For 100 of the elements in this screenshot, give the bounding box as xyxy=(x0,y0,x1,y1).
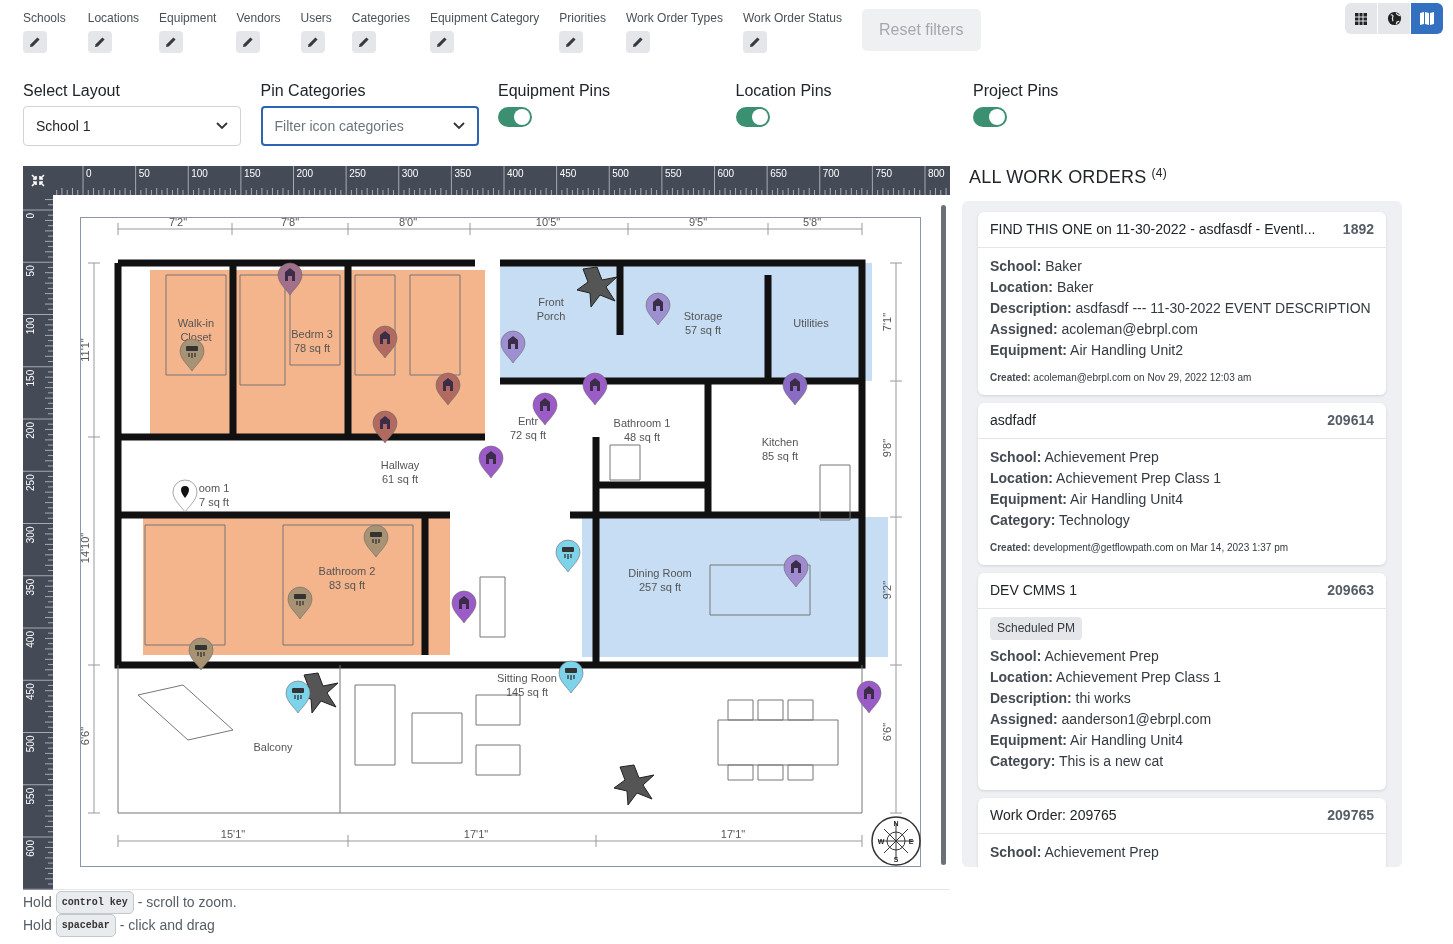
dimension-label: 9'2" xyxy=(881,580,893,600)
air-unit-icon xyxy=(370,532,382,545)
type-tag: Scheduled PM xyxy=(990,617,1083,640)
panel-title: ALL WORK ORDERS $^{(4)}$ xyxy=(969,165,1168,189)
building-icon xyxy=(864,686,874,699)
edit-filter-button[interactable] xyxy=(559,31,584,53)
room-area: 57 sq ft xyxy=(684,324,722,336)
pencil-icon xyxy=(748,36,761,48)
toggle-switch[interactable] xyxy=(735,107,770,127)
building-icon xyxy=(790,378,800,391)
dimension-label: 7'2" xyxy=(168,217,188,228)
detail-line: School: Achievement Prep xyxy=(990,843,1160,862)
ruler-label: 300 xyxy=(401,168,419,179)
work-order-title: Work Order: 209765 xyxy=(990,806,1117,825)
room-name: Hallway xyxy=(380,459,420,471)
edit-filter-button[interactable] xyxy=(300,31,325,53)
view-toggle-button[interactable] xyxy=(1378,3,1410,34)
work-order-card[interactable]: Work Order: 209765 209765 School: Achievement Prep xyxy=(978,798,1386,867)
room-name: Bedrm 3 xyxy=(291,328,333,340)
ruler-label: 0 xyxy=(25,213,36,219)
detail-line: Description: thi works xyxy=(990,689,1132,708)
work-order-card[interactable]: asdfadf 209614 School: Achievement Prep Location: Achievement Prep Class 1 Equipment: Air Handling Unit4 Category: Technology Created: development@getflowpath.com on Mar 14, 2023 1:37 pm xyxy=(978,403,1386,565)
ruler-label: 300 xyxy=(25,526,36,544)
work-order-card[interactable] xyxy=(978,212,1386,395)
map-pin[interactable] xyxy=(172,479,198,513)
detail-line: Location: Achievement Prep Class 1 xyxy=(990,469,1223,488)
scrollbar-thumb[interactable] xyxy=(941,205,946,865)
room-name: Sitting Roon xyxy=(497,672,557,684)
building-icon xyxy=(486,451,496,464)
detail-line: Description: asdfasdf --- 11-30-2022 EVENT DESCRIPTION xyxy=(990,299,1372,318)
chevron-down-icon xyxy=(452,122,465,130)
dimension-label: 17'1" xyxy=(720,828,746,840)
detail-line: Equipment: Air Handling Unit4 xyxy=(990,731,1184,750)
pencil-icon xyxy=(306,36,319,48)
fit-to-screen-icon[interactable] xyxy=(31,174,45,187)
view-toggle-button[interactable] xyxy=(1411,3,1443,34)
room-name: Utilities xyxy=(793,317,829,329)
room-name: Front xyxy=(538,296,564,308)
dimension-label: 6'6" xyxy=(881,722,893,742)
pencil-icon xyxy=(93,36,106,48)
room-name: Kitchen xyxy=(761,436,799,448)
edit-filter-button[interactable] xyxy=(625,31,650,53)
air-unit-icon xyxy=(186,346,198,359)
pencil-icon xyxy=(565,36,578,48)
room-name: Walk-in xyxy=(177,317,215,329)
ruler-label: 50 xyxy=(138,168,150,179)
chevron-down-icon xyxy=(216,122,228,130)
ruler-label: 550 xyxy=(664,168,682,179)
edit-filter-button[interactable] xyxy=(351,31,376,53)
furniture-outline xyxy=(411,712,463,764)
ruler-label: 250 xyxy=(349,168,366,179)
hint-text: - scroll to zoom. xyxy=(137,893,237,912)
building-icon xyxy=(443,378,453,391)
map-icon xyxy=(1419,11,1435,26)
ruler-label: 700 xyxy=(822,168,840,179)
edit-filter-button[interactable] xyxy=(742,31,767,53)
air-unit-icon xyxy=(562,547,574,560)
dimension-label: 9'5" xyxy=(688,217,708,228)
ruler-label: 350 xyxy=(454,168,472,179)
pencil-icon xyxy=(631,36,644,48)
building-icon xyxy=(540,398,550,411)
room-name: Dining Room xyxy=(628,567,692,579)
room-area: 7 sq ft xyxy=(199,496,229,508)
ruler-label: 250 xyxy=(25,474,36,491)
ruler-label: 650 xyxy=(770,168,787,179)
detail-line: Location: Baker xyxy=(990,278,1095,297)
layout-select[interactable]: School 1 xyxy=(23,106,241,146)
edit-filter-button[interactable] xyxy=(236,31,261,53)
ruler-label: 150 xyxy=(25,369,36,387)
created-line: Created: acoleman@ebrpl.com on Nov 29, 2022 12:03 am xyxy=(990,371,1253,385)
ruler-label: 800 xyxy=(928,168,945,179)
edit-filter-button[interactable] xyxy=(87,31,112,53)
edit-filter-button[interactable] xyxy=(23,31,47,53)
detail-line: Equipment: Air Handling Unit4 xyxy=(990,490,1184,509)
dimension-label: 5'8" xyxy=(802,217,822,228)
ruler-label: 500 xyxy=(612,168,629,179)
work-order-card[interactable] xyxy=(978,573,1386,790)
ruler-label: 750 xyxy=(875,168,893,179)
dimension-label: 10'5" xyxy=(535,217,561,228)
pencil-icon xyxy=(29,36,41,48)
work-order-number: 209614 xyxy=(1327,411,1374,430)
edit-filter-button[interactable] xyxy=(429,31,454,53)
building-icon xyxy=(285,268,295,281)
edit-filter-button[interactable] xyxy=(159,31,184,53)
work-order-title: asdfadf xyxy=(990,411,1036,430)
category-select[interactable]: Filter icon categories xyxy=(260,106,479,146)
room-area: 48 sq ft xyxy=(623,431,661,443)
building-icon xyxy=(590,378,600,391)
pencil-icon xyxy=(357,36,370,48)
building-icon xyxy=(653,298,663,311)
ruler-label: 0 xyxy=(86,168,92,179)
view-toggle-button[interactable] xyxy=(1345,3,1377,34)
dimension-label: 6'6" xyxy=(80,726,91,746)
room-area: 145 sq ft xyxy=(505,686,549,698)
toggle-label: Project Pins xyxy=(973,81,1060,101)
toggle-switch[interactable] xyxy=(498,107,532,127)
detail-line: Category: This is a new cat xyxy=(990,752,1165,771)
toggle-switch[interactable] xyxy=(973,107,1007,127)
furniture-outline xyxy=(475,694,521,726)
ruler-label: 350 xyxy=(25,578,36,596)
